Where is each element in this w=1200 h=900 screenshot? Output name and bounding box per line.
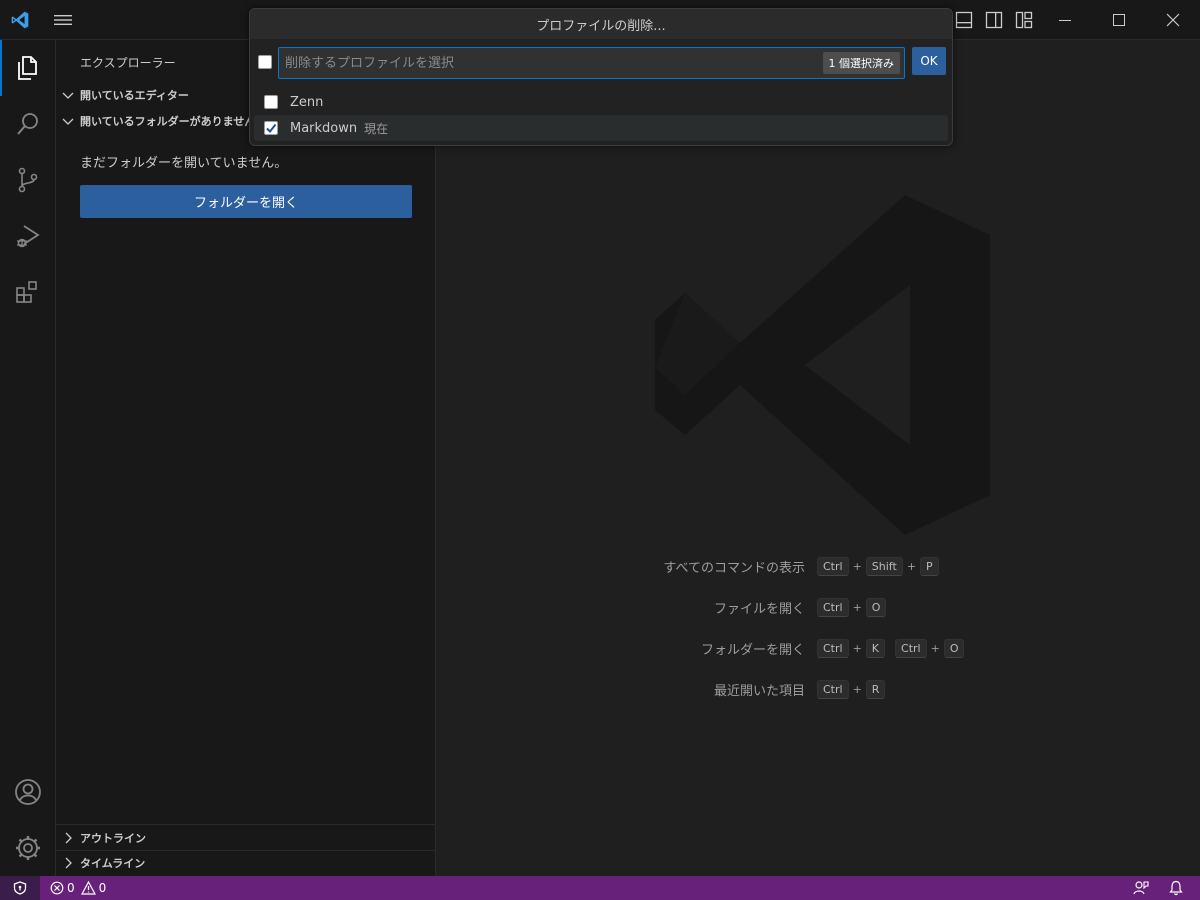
chevron-down-icon [62,118,74,125]
notifications-bell-icon[interactable] [1168,880,1184,896]
outline-label: アウトライン [80,832,146,845]
key: O [865,597,887,617]
key: Ctrl [817,679,849,699]
chevron-down-icon [62,92,74,99]
remote-indicator[interactable] [0,876,40,900]
explorer-sidebar: エクスプローラー 開いているエディター 開いているフォルダーがありません まだフ… [56,40,436,876]
close-window-button[interactable] [1150,0,1196,40]
shortcut-row: 最近開いた項目 Ctrl + R [437,678,1200,700]
warning-count: 0 [98,881,107,895]
maximize-button[interactable] [1096,0,1142,40]
editor-area: すべてのコマンドの表示 Ctrl + Shift + P ファイルを開く Ctrl +… [437,40,1200,876]
key: P [920,556,939,576]
run-debug-icon [17,225,40,248]
profile-filter-field: 1 個選択済み [278,47,905,79]
profile-checkbox-checked[interactable] [264,121,278,135]
shield-icon [13,881,27,895]
outline-section[interactable]: アウトライン [56,826,436,850]
key: K [865,638,886,658]
minimize-icon [1059,20,1071,21]
close-icon [1166,13,1180,27]
selected-count-badge: 1 個選択済み [822,52,900,74]
divider [56,824,436,825]
extensions-icon [16,281,37,303]
chevron-right-icon [65,832,72,844]
run-debug-activity[interactable] [0,208,56,264]
feedback-icon[interactable] [1133,880,1149,896]
key: Ctrl [817,597,849,617]
error-icon [50,881,64,895]
toggle-secondary-sidebar-icon[interactable] [985,11,1003,29]
empty-folder-message: まだフォルダーを開いていません。 [80,156,288,171]
search-icon [17,113,38,135]
shortcut-label: すべてのコマンドの表示 [663,560,805,576]
manage-activity[interactable] [0,820,56,876]
warning-icon [80,881,96,895]
profile-label: Zenn [290,94,324,110]
status-bar: 0 0 [0,876,1200,900]
key: Ctrl [817,556,849,576]
key: R [865,679,886,699]
extensions-activity[interactable] [0,264,56,320]
open-editors-label: 開いているエディター [80,89,189,102]
profile-description: 現在 [364,121,389,136]
shortcut-keys: Ctrl + R [817,679,886,699]
explorer-activity[interactable] [0,40,56,96]
profile-item-zenn[interactable]: Zenn [254,89,948,115]
search-activity[interactable] [0,96,56,152]
gear-icon [16,836,40,860]
profile-checkbox[interactable] [264,95,278,109]
vscode-watermark-icon [655,195,990,535]
sidebar-title: エクスプローラー [80,56,176,70]
shortcut-keys: Ctrl + Shift + P [817,556,939,576]
open-folder-button[interactable]: フォルダーを開く [80,185,412,218]
accounts-icon [15,779,41,805]
key: Ctrl [895,638,927,658]
profile-label: Markdown [290,120,358,136]
vscode-logo-icon[interactable] [10,10,30,30]
accounts-activity[interactable] [0,764,56,820]
no-folder-label: 開いているフォルダーがありません [80,115,256,128]
error-count: 0 [67,881,75,895]
timeline-label: タイムライン [80,857,146,870]
minimize-button[interactable] [1042,0,1088,40]
quickpick-title: プロファイルの削除... [250,9,952,39]
delete-profile-quickpick: プロファイルの削除... 1 個選択済み OK Zenn Markdown 現在 [249,8,953,146]
shortcut-row: フォルダーを開く Ctrl + K Ctrl + O [437,637,1200,659]
chevron-right-icon [65,857,72,869]
explorer-icon [18,56,37,80]
problems-indicator[interactable]: 0 0 [50,876,106,900]
source-control-icon [18,167,38,193]
checkmark-icon [266,123,277,134]
key: Shift [865,556,903,576]
maximize-icon [1113,14,1125,26]
shortcut-keys: Ctrl + K Ctrl + O [817,638,965,658]
shortcut-row: ファイルを開く Ctrl + O [437,596,1200,618]
key: Ctrl [817,638,849,658]
shortcut-label: フォルダーを開く [700,642,805,658]
key: O [943,638,965,658]
customize-layout-icon[interactable] [1015,11,1033,29]
shortcut-label: 最近開いた項目 [713,683,805,699]
menu-hamburger-icon[interactable] [52,12,74,28]
shortcut-row: すべてのコマンドの表示 Ctrl + Shift + P [437,555,1200,577]
profile-item-markdown[interactable]: Markdown 現在 [254,115,948,141]
shortcut-label: ファイルを開く [713,601,805,617]
timeline-section[interactable]: タイムライン [56,851,436,875]
toggle-panel-icon[interactable] [955,11,973,29]
source-control-activity[interactable] [0,152,56,208]
activity-bar [0,40,56,876]
profile-filter-input[interactable] [285,48,805,78]
ok-button[interactable]: OK [912,47,946,75]
shortcut-keys: Ctrl + O [817,597,887,617]
select-all-checkbox[interactable] [258,55,272,69]
